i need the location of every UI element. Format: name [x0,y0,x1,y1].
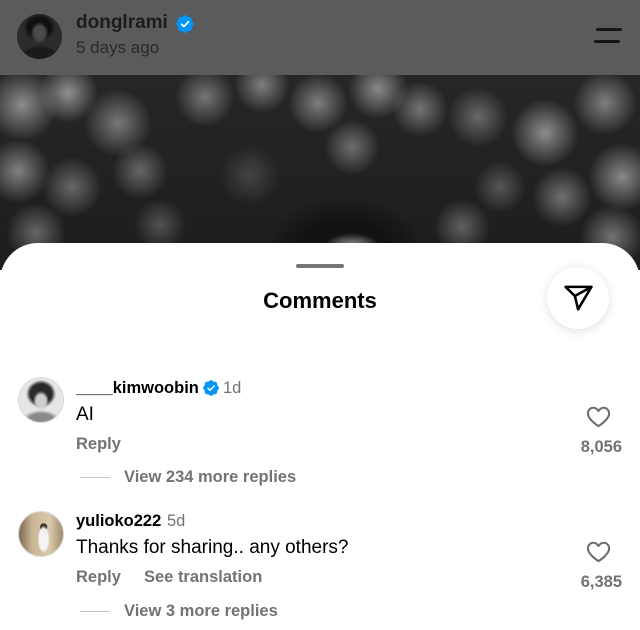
author-username[interactable]: donglrami [76,10,168,36]
heart-icon[interactable] [586,405,611,428]
verified-badge-icon [203,380,219,396]
post-header: donglrami 5 days ago [0,0,640,75]
view-replies-button[interactable]: View 3 more replies [124,601,278,621]
share-button[interactable] [547,267,609,329]
see-translation-button[interactable]: See translation [144,567,262,587]
menu-icon[interactable] [590,22,626,50]
post-photo [0,75,640,270]
commenter-avatar[interactable] [18,511,64,557]
post-timestamp: 5 days ago [76,38,160,57]
heart-icon[interactable] [586,540,611,563]
comment-text: AI [76,404,94,425]
send-icon [563,285,593,311]
like-count: 8,056 [580,438,622,456]
comment-age: 5d [167,512,186,530]
verified-badge-icon [176,15,194,33]
comments-sheet: Comments ____kimwoobin 1d AI Reply 8,056… [0,243,640,630]
drag-handle[interactable] [296,264,344,268]
like-count: 6,385 [580,573,622,591]
replies-divider [80,477,110,478]
replies-divider [80,611,110,612]
comment-age: 1d [223,379,242,397]
sheet-title: Comments [263,288,377,313]
comment-username[interactable]: ____kimwoobin [76,377,199,399]
comment-text: Thanks for sharing.. any others? [76,537,349,558]
comment-username[interactable]: yulioko222 [76,510,161,532]
reply-button[interactable]: Reply [76,434,121,454]
author-avatar[interactable] [17,14,62,59]
commenter-avatar[interactable] [18,377,64,423]
view-replies-button[interactable]: View 234 more replies [124,467,296,487]
reply-button[interactable]: Reply [76,567,121,587]
